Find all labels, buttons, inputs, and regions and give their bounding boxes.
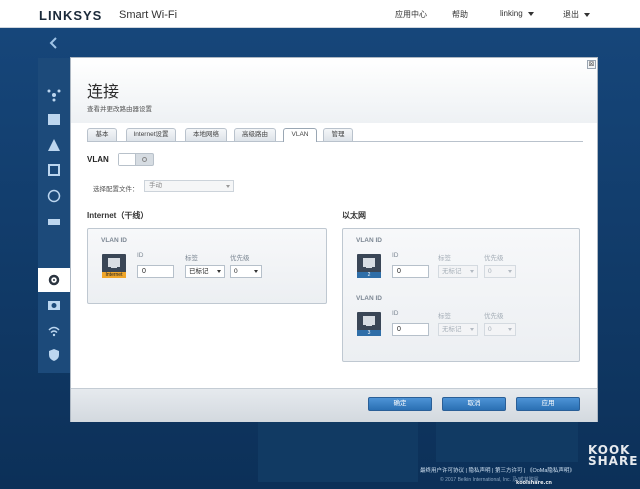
port-socket-notch <box>111 265 117 268</box>
tag-value: 已标记 <box>189 268 209 275</box>
id-label: ID <box>392 310 399 317</box>
tab-basic[interactable]: 基本 <box>87 128 117 141</box>
vlan-id-label: VLAN ID <box>101 237 127 244</box>
tab-advanced-routing[interactable]: 高级路由 <box>234 128 276 141</box>
calendar-icon[interactable] <box>47 112 61 126</box>
internet-tag-select[interactable]: 已标记 <box>185 265 225 278</box>
clock-icon[interactable] <box>47 189 61 203</box>
close-button[interactable]: ⊠ <box>587 60 596 69</box>
port-number-2: 2 <box>357 272 381 278</box>
dialog-header <box>71 58 597 123</box>
user-name: linking <box>500 9 523 18</box>
connectivity-dialog: ⊠ 连接 查看并更改路由器设置 基本 Internet设置 本地网络 高级路由 … <box>70 57 598 422</box>
port-socket-notch <box>366 323 372 326</box>
tag-label: 标签 <box>438 313 451 320</box>
apply-button[interactable]: 应用 <box>516 397 580 411</box>
port-socket-notch <box>366 265 372 268</box>
port-3-tag-select[interactable]: 无标记 <box>438 323 478 336</box>
ethernet-vlan-panel: VLAN ID 2 ID 0 标签 无标记 优先级 0 VLAN ID 3 ID… <box>342 228 580 362</box>
nav-app-center[interactable]: 应用中心 <box>395 9 427 20</box>
warning-icon[interactable] <box>47 138 61 152</box>
id-label: ID <box>137 252 144 259</box>
vlan-id-label: VLAN ID <box>356 295 382 302</box>
back-arrow-icon[interactable] <box>47 36 61 50</box>
dialog-title: 连接 <box>87 82 120 101</box>
cancel-button[interactable]: 取消 <box>442 397 506 411</box>
profile-value: 手动 <box>149 182 162 189</box>
watermark-site: koolshare.cn <box>516 480 552 486</box>
chevron-down-icon <box>470 270 474 273</box>
port-2-vlan-id-input[interactable]: 0 <box>392 265 429 278</box>
brand-logo[interactable]: LINKSYS <box>39 8 102 23</box>
nav-logout-menu[interactable]: 退出 <box>563 9 590 20</box>
camera-icon[interactable] <box>47 298 61 312</box>
priority-label: 优先级 <box>230 255 250 262</box>
nav-help[interactable]: 帮助 <box>452 9 468 20</box>
ethernet-port-icon: Internet <box>102 254 126 278</box>
chevron-down-icon <box>508 270 512 273</box>
vlan-id-label: VLAN ID <box>356 237 382 244</box>
tab-local-network[interactable]: 本地网络 <box>185 128 227 141</box>
watermark: KOOK SHARE koolshare.cn <box>516 444 639 486</box>
priority-value: 0 <box>234 268 238 275</box>
chevron-down-icon <box>226 185 230 188</box>
internet-priority-select[interactable]: 0 <box>230 265 262 278</box>
shield-icon[interactable] <box>47 348 61 362</box>
wifi-icon[interactable] <box>47 324 61 338</box>
chevron-down-icon <box>217 270 221 273</box>
watermark-line-2: SHARE <box>588 454 639 468</box>
top-header: LINKSYS Smart Wi-Fi 应用中心 帮助 linking 退出 <box>0 0 640 28</box>
speed-test-icon[interactable] <box>47 163 61 177</box>
tab-divider <box>87 141 583 142</box>
tag-value: 无标记 <box>442 268 462 275</box>
ethernet-port-icon: 3 <box>357 312 381 336</box>
background-panel <box>258 422 418 482</box>
logout-label: 退出 <box>563 10 579 19</box>
product-name: Smart Wi-Fi <box>119 9 178 21</box>
toggle-on-side <box>119 154 136 165</box>
ethernet-port-icon: 2 <box>357 254 381 278</box>
tab-vlan[interactable]: VLAN <box>283 128 317 142</box>
ok-button[interactable]: 确定 <box>368 397 432 411</box>
port-2-tag-select[interactable]: 无标记 <box>438 265 478 278</box>
port-3-priority-select[interactable]: 0 <box>484 323 516 336</box>
gear-icon <box>48 274 60 286</box>
vlan-label: VLAN <box>87 155 109 164</box>
internet-section-title: Internet（干线） <box>87 211 149 220</box>
device-icon[interactable] <box>47 215 61 229</box>
priority-label: 优先级 <box>484 313 504 320</box>
profile-select[interactable]: 手动 <box>144 180 234 192</box>
network-map-icon[interactable] <box>47 88 61 102</box>
tag-label: 标签 <box>185 255 198 262</box>
nav-user-menu[interactable]: linking <box>500 9 534 18</box>
tab-internet-settings[interactable]: Internet设置 <box>126 128 176 141</box>
internet-vlan-id-input[interactable]: 0 <box>137 265 174 278</box>
toggle-off-icon <box>142 157 147 162</box>
background-panel <box>436 422 578 462</box>
internet-vlan-panel: VLAN ID Internet ID 0 标签 已标记 优先级 0 <box>87 228 327 304</box>
chevron-down-icon <box>527 11 534 16</box>
vlan-toggle[interactable] <box>118 153 154 166</box>
tag-value: 无标记 <box>442 326 462 333</box>
priority-label: 优先级 <box>484 255 504 262</box>
ethernet-section-title: 以太网 <box>342 211 366 220</box>
chevron-down-icon <box>470 328 474 331</box>
internet-port-tag: Internet <box>102 272 126 278</box>
dialog-subtitle: 查看并更改路由器设置 <box>87 106 152 113</box>
chevron-down-icon <box>584 12 590 17</box>
tab-admin[interactable]: 管理 <box>323 128 353 141</box>
profile-label: 选择配置文件： <box>93 186 139 193</box>
priority-value: 0 <box>488 326 492 333</box>
priority-value: 0 <box>488 268 492 275</box>
chevron-down-icon <box>508 328 512 331</box>
id-label: ID <box>392 252 399 259</box>
footer-links[interactable]: 最终用户许可协议 | 隐私声明 | 第三方许可 | 《OoMa隐私声明》 <box>420 466 575 474</box>
port-number-3: 3 <box>357 330 381 336</box>
port-2-priority-select[interactable]: 0 <box>484 265 516 278</box>
tag-label: 标签 <box>438 255 451 262</box>
chevron-down-icon <box>254 270 258 273</box>
port-3-vlan-id-input[interactable]: 0 <box>392 323 429 336</box>
